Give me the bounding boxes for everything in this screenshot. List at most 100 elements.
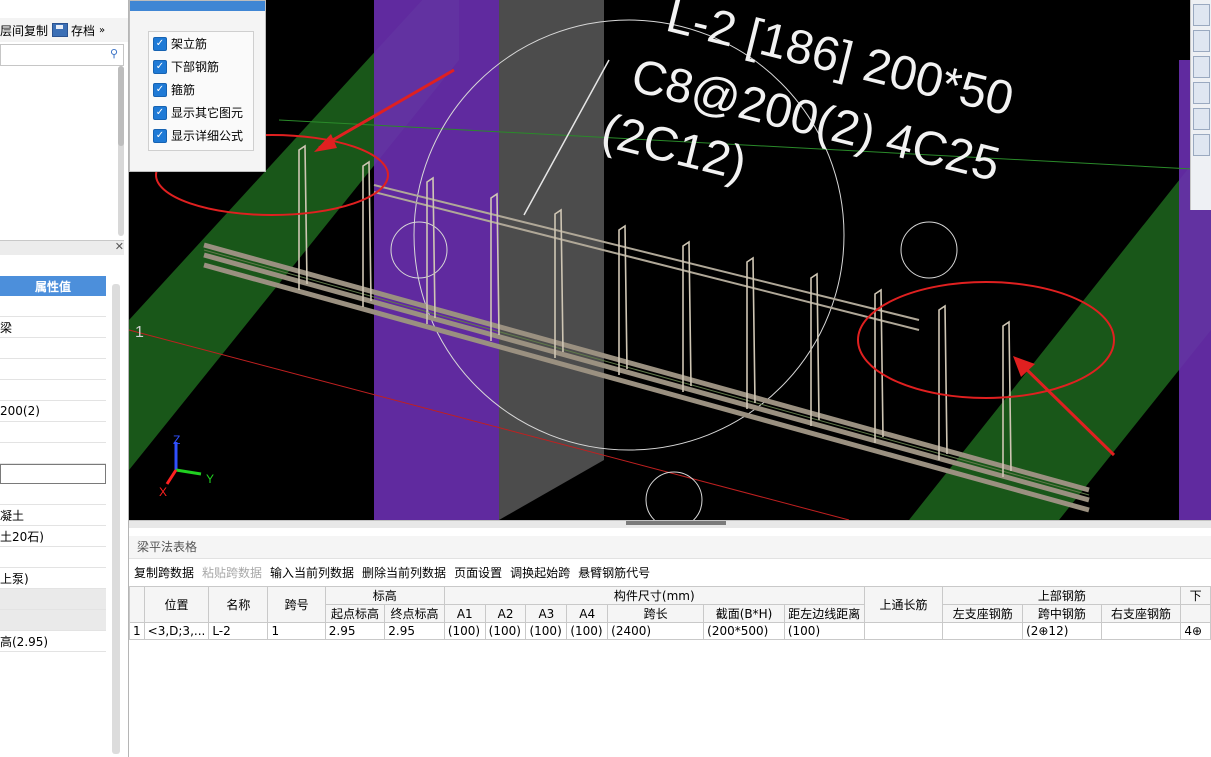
more-icon[interactable]: » (99, 25, 105, 36)
property-row[interactable] (0, 296, 106, 317)
cell-left-support[interactable] (942, 622, 1024, 640)
property-row[interactable]: 凝土 (0, 505, 106, 526)
table-menu-item[interactable]: 悬臂钢筋代号 (578, 564, 650, 584)
cell-mid-span[interactable]: (2⊕12) (1022, 622, 1102, 640)
col-end-elev[interactable]: 终点标高 (384, 604, 445, 623)
property-row[interactable] (0, 464, 106, 484)
col-elevation[interactable]: 标高 (324, 586, 445, 605)
save-icon (52, 23, 69, 37)
col-a3[interactable]: A3 (525, 604, 568, 623)
col-name[interactable]: 名称 (208, 586, 269, 623)
col-span-len[interactable]: 跨长 (607, 604, 705, 623)
cell-name[interactable]: L-2 (208, 622, 269, 640)
col-mid-span[interactable]: 跨中钢筋 (1022, 604, 1102, 623)
property-row[interactable] (0, 589, 106, 610)
col-left-edge[interactable]: 距左边线距离 (783, 604, 865, 623)
property-row[interactable] (0, 359, 106, 380)
property-row[interactable] (0, 338, 106, 359)
save-button[interactable]: 存档 (52, 22, 95, 39)
cell-a1[interactable]: (100) (443, 622, 486, 640)
3d-viewport[interactable]: L-2 [186] 200*50 C8@200(2) 4C25 (2C12) 1… (129, 0, 1211, 520)
stirrup (746, 256, 756, 409)
cell-a3[interactable]: (100) (525, 622, 568, 640)
tree-scrollbar-thumb[interactable] (118, 66, 124, 146)
cell-left-edge[interactable]: (100) (783, 622, 865, 640)
checkbox[interactable]: ✓ (153, 59, 167, 74)
property-scrollbar[interactable] (112, 284, 120, 754)
property-row[interactable]: 梁 (0, 317, 106, 338)
col-next[interactable]: 下 (1180, 586, 1211, 605)
display-option-5[interactable]: ✓ 显示详细公式 (149, 124, 253, 147)
left-panel: 层间复制 存档 » ⚲ ✕ 属性值 梁 200(2) 凝土 土20石) 上泵) 高(2.9… (0, 0, 129, 757)
cell-top-long-bar[interactable] (863, 622, 944, 640)
display-options-titlebar[interactable] (130, 1, 265, 11)
checkbox[interactable]: ✓ (153, 36, 167, 51)
property-row[interactable] (0, 422, 106, 443)
col-top-rebar[interactable]: 上部钢筋 (942, 586, 1182, 605)
table-menu-item[interactable]: 删除当前列数据 (362, 564, 446, 584)
col-left-support[interactable]: 左支座钢筋 (942, 604, 1024, 623)
col-dimensions[interactable]: 构件尺寸(mm) (443, 586, 865, 605)
display-option-label: 显示详细公式 (171, 129, 244, 143)
view-2d-icon[interactable] (1193, 30, 1210, 52)
display-option-2[interactable]: ✓ 下部钢筋 (149, 55, 253, 78)
table-menu-item[interactable]: 调换起始跨 (510, 564, 570, 584)
property-row[interactable]: 土20石) (0, 526, 106, 547)
table-menu-item[interactable]: 输入当前列数据 (270, 564, 354, 584)
col-a1[interactable]: A1 (443, 604, 486, 623)
property-row[interactable] (0, 443, 106, 464)
cell-a2[interactable]: (100) (484, 622, 527, 640)
cell-right-support[interactable] (1100, 622, 1182, 640)
display-option-1[interactable]: ✓ 架立筋 (149, 32, 253, 55)
table-menu-item[interactable]: 页面设置 (454, 564, 502, 584)
display-option-3[interactable]: ✓ 箍筋 (149, 78, 253, 101)
col-span-no[interactable]: 跨号 (267, 586, 326, 623)
checkbox[interactable]: ✓ (153, 82, 167, 97)
checkbox[interactable]: ✓ (153, 128, 167, 143)
search-input[interactable]: ⚲ (0, 44, 124, 66)
cell-position[interactable]: <3,D;3,... (143, 622, 210, 640)
cell-end-elev[interactable]: 2.95 (384, 622, 445, 640)
stirrup (682, 240, 692, 392)
property-row[interactable]: 200(2) (0, 401, 106, 422)
view-grid-icon[interactable] (1193, 134, 1210, 156)
cell-section[interactable]: (200*500) (703, 622, 785, 640)
search-icon[interactable]: ⚲ (110, 47, 118, 60)
grid-circle-small-right (900, 221, 958, 279)
cell-start-elev[interactable]: 2.95 (324, 622, 386, 640)
cell-span-len[interactable]: (2400) (607, 622, 705, 640)
checkbox[interactable]: ✓ (153, 105, 167, 120)
property-row[interactable] (0, 547, 106, 568)
col-right-support[interactable]: 右支座钢筋 (1100, 604, 1182, 623)
cell-next[interactable]: 4⊕ (1180, 622, 1211, 640)
view-box-icon[interactable] (1193, 56, 1210, 78)
col-next-sub[interactable] (1180, 604, 1211, 623)
cell-a4[interactable]: (100) (566, 622, 609, 640)
view-frame-icon[interactable] (1193, 82, 1210, 104)
property-row[interactable]: 高(2.95) (0, 631, 106, 652)
table-menu-item[interactable]: 粘贴跨数据 (202, 564, 262, 584)
col-a4[interactable]: A4 (566, 604, 609, 623)
property-row[interactable] (0, 380, 106, 401)
property-grid: 属性值 梁 200(2) 凝土 土20石) 上泵) 高(2.95) (0, 276, 106, 652)
copy-floor-button[interactable]: 层间复制 (0, 22, 48, 39)
col-position[interactable]: 位置 (143, 586, 210, 623)
stirrup (938, 304, 948, 460)
close-icon[interactable]: ✕ (115, 240, 124, 253)
row-index-header (129, 586, 145, 623)
table-menu-item[interactable]: 复制跨数据 (134, 564, 194, 584)
display-option-4[interactable]: ✓ 显示其它图元 (149, 101, 253, 124)
view-rotate-icon[interactable] (1193, 108, 1210, 130)
splitter-grip[interactable] (626, 521, 726, 525)
property-row[interactable] (0, 484, 106, 505)
property-row[interactable]: 上泵) (0, 568, 106, 589)
view-cube-icon[interactable] (1193, 4, 1210, 26)
table-row[interactable]: 1 <3,D;3,... L-2 1 2.95 2.95 (100) (100)… (129, 622, 1211, 640)
col-top-long-bar[interactable]: 上通长筋 (863, 586, 944, 623)
col-start-elev[interactable]: 起点标高 (324, 604, 386, 623)
col-section[interactable]: 截面(B*H) (703, 604, 785, 623)
display-option-label: 下部钢筋 (171, 60, 220, 74)
property-row[interactable] (0, 610, 106, 631)
cell-span-no[interactable]: 1 (267, 622, 326, 640)
col-a2[interactable]: A2 (484, 604, 527, 623)
